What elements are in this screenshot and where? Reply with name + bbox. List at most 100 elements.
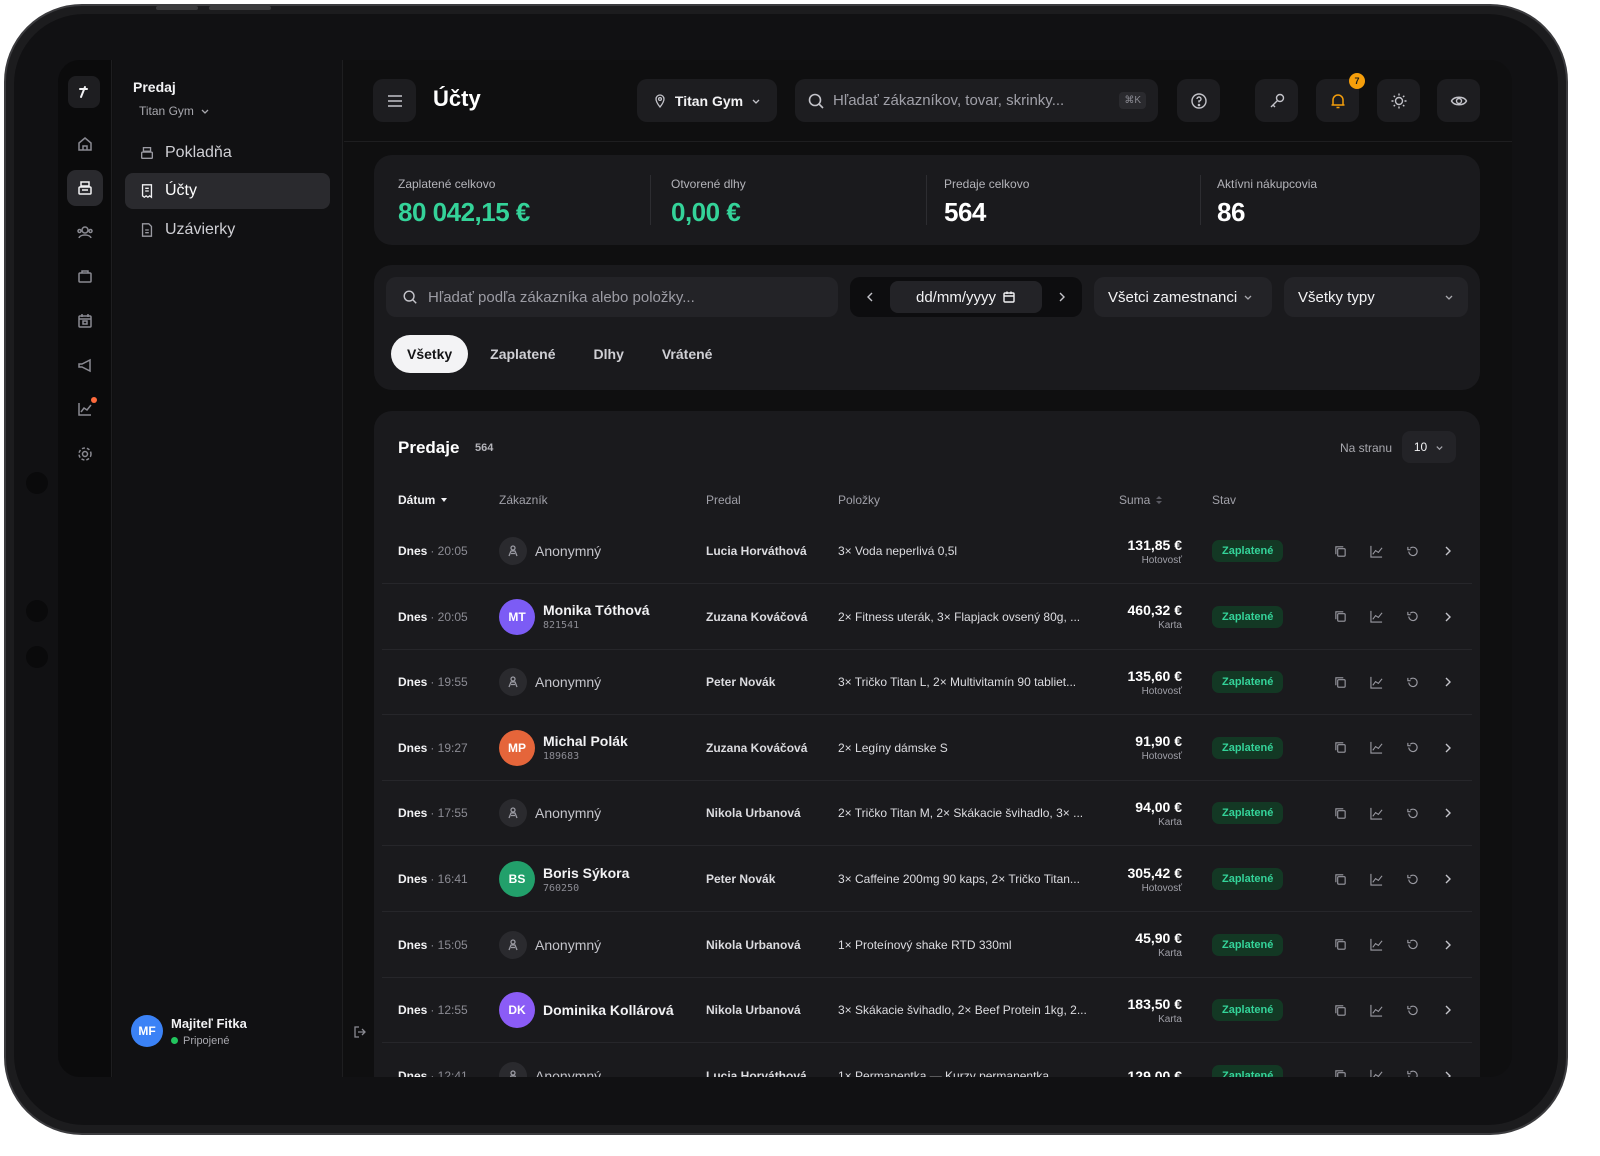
chevron-left-icon[interactable]: [864, 291, 876, 303]
table-row[interactable]: Dnes · 16:41 BS Boris Sýkora 760250 Peter Nov…: [382, 847, 1472, 912]
privacy-toggle-button[interactable]: [1437, 79, 1480, 122]
nav-item-ucty[interactable]: Účty: [125, 173, 330, 209]
row-sum: 45,90 € Karta: [1072, 913, 1182, 977]
gym-select[interactable]: Titan Gym: [637, 79, 777, 122]
tab-zaplatene[interactable]: Zaplatené: [474, 335, 571, 373]
chevron-right-icon[interactable]: [1440, 1068, 1456, 1077]
refund-icon[interactable]: [1404, 740, 1420, 756]
notifications-button[interactable]: 7: [1316, 73, 1365, 122]
chevron-right-icon[interactable]: [1440, 543, 1456, 559]
row-customer[interactable]: Anonymný: [499, 1044, 601, 1077]
key-button[interactable]: [1255, 79, 1298, 122]
copy-icon[interactable]: [1332, 609, 1348, 625]
global-search-input[interactable]: Hľadať zákazníkov, tovar, skrinky... ⌘K: [795, 79, 1158, 122]
date-input[interactable]: dd/mm/yyyy: [890, 281, 1042, 313]
refund-icon[interactable]: [1404, 871, 1420, 887]
copy-icon[interactable]: [1332, 937, 1348, 953]
table-row[interactable]: Dnes · 20:05 Anonymný Lucia Horváthová 3× Vo…: [382, 519, 1472, 584]
shop-icon[interactable]: [67, 258, 103, 294]
copy-icon[interactable]: [1332, 543, 1348, 559]
refund-icon[interactable]: [1404, 805, 1420, 821]
row-time: · 20:05: [430, 609, 468, 624]
home-icon[interactable]: [67, 126, 103, 162]
register-icon[interactable]: [67, 170, 103, 206]
megaphone-icon[interactable]: [67, 347, 103, 383]
row-customer[interactable]: Anonymný: [499, 519, 601, 583]
row-customer[interactable]: Anonymný: [499, 781, 601, 845]
type-select[interactable]: Všetky typy: [1284, 277, 1468, 317]
row-customer[interactable]: Anonymný: [499, 913, 601, 977]
avatar: MP: [499, 729, 535, 766]
anonymous-user-icon: [499, 537, 527, 565]
copy-icon[interactable]: [1332, 1068, 1348, 1077]
calendar-icon[interactable]: [67, 303, 103, 339]
row-time: · 16:41: [430, 872, 468, 886]
anonymous-user-icon: [499, 799, 527, 828]
row-customer[interactable]: Anonymný: [499, 650, 601, 714]
chart-icon[interactable]: [1368, 1002, 1384, 1018]
tab-vsetky[interactable]: Všetky: [391, 335, 469, 373]
chart-icon[interactable]: [1368, 1068, 1384, 1077]
copy-icon[interactable]: [1332, 1002, 1348, 1018]
menu-button[interactable]: [373, 79, 416, 122]
copy-icon[interactable]: [1332, 674, 1348, 690]
column-header-date[interactable]: Dátum: [398, 493, 448, 507]
users-icon[interactable]: [67, 214, 103, 250]
tab-dlhy[interactable]: Dlhy: [578, 335, 640, 373]
chevron-down-icon: [1244, 295, 1252, 300]
refund-icon[interactable]: [1404, 1068, 1420, 1077]
analytics-icon[interactable]: [67, 391, 103, 427]
row-customer[interactable]: MP Michal Polák 189683: [499, 716, 628, 780]
copy-icon[interactable]: [1332, 871, 1348, 887]
search-icon: [808, 93, 824, 109]
chart-icon[interactable]: [1368, 937, 1384, 953]
app-logo-icon[interactable]: [68, 76, 100, 108]
sort-desc-icon: [441, 498, 448, 502]
user-profile[interactable]: MF Majiteľ Fitka Pripojené: [131, 1015, 247, 1047]
row-customer[interactable]: BS Boris Sýkora 760250: [499, 847, 629, 911]
chart-icon[interactable]: [1368, 740, 1384, 756]
chevron-right-icon[interactable]: [1056, 291, 1068, 303]
per-page-select[interactable]: 10: [1402, 431, 1456, 463]
chevron-right-icon[interactable]: [1440, 674, 1456, 690]
table-row[interactable]: Dnes · 19:27 MP Michal Polák 189683 Zuzana Ko…: [382, 716, 1472, 781]
nav-item-uzavierky[interactable]: Uzávierky: [125, 212, 330, 248]
chevron-right-icon[interactable]: [1440, 740, 1456, 756]
table-row[interactable]: Dnes · 20:05 MT Monika Tóthová 821541 Zuzana …: [382, 585, 1472, 650]
chart-icon[interactable]: [1368, 805, 1384, 821]
table-row[interactable]: Dnes · 12:41 Anonymný Lucia Horváthová 1× Pe…: [382, 1044, 1472, 1077]
chart-icon[interactable]: [1368, 674, 1384, 690]
chart-icon[interactable]: [1368, 871, 1384, 887]
refund-icon[interactable]: [1404, 543, 1420, 559]
sales-search-input[interactable]: Hľadať podľa zákazníka alebo položky...: [386, 277, 838, 317]
refund-icon[interactable]: [1404, 1002, 1420, 1018]
copy-icon[interactable]: [1332, 740, 1348, 756]
table-row[interactable]: Dnes · 12:55 DK Dominika Kollárová Nikola Ur…: [382, 978, 1472, 1044]
employee-select[interactable]: Všetci zamestnanci: [1094, 277, 1272, 317]
refund-icon[interactable]: [1404, 674, 1420, 690]
nav-item-pokladna[interactable]: Pokladňa: [125, 135, 330, 171]
table-row[interactable]: Dnes · 15:05 Anonymný Nikola Urbanová 1× Pro…: [382, 913, 1472, 978]
refund-icon[interactable]: [1404, 609, 1420, 625]
row-sum: 305,42 € Hotovosť: [1072, 847, 1183, 911]
refund-icon[interactable]: [1404, 937, 1420, 953]
chevron-right-icon[interactable]: [1440, 805, 1456, 821]
chevron-right-icon[interactable]: [1440, 609, 1456, 625]
theme-toggle-button[interactable]: [1377, 79, 1420, 122]
tab-vratene[interactable]: Vrátené: [646, 335, 729, 373]
chevron-right-icon[interactable]: [1440, 1002, 1456, 1018]
gym-switcher[interactable]: Titan Gym: [139, 104, 210, 118]
sum-value: 129,00 €: [1127, 1067, 1183, 1077]
help-button[interactable]: [1177, 79, 1220, 122]
table-row[interactable]: Dnes · 17:55 Anonymný Nikola Urbanová 2× Tri…: [382, 781, 1472, 847]
chevron-right-icon[interactable]: [1440, 937, 1456, 953]
row-customer[interactable]: DK Dominika Kollárová: [499, 978, 674, 1042]
table-row[interactable]: Dnes · 19:55 Anonymný Peter Novák 3× Tričko …: [382, 650, 1472, 716]
chevron-right-icon[interactable]: [1440, 871, 1456, 887]
settings-icon[interactable]: [67, 436, 103, 472]
chart-icon[interactable]: [1368, 609, 1384, 625]
row-customer[interactable]: MT Monika Tóthová 821541: [499, 585, 650, 649]
chart-icon[interactable]: [1368, 543, 1384, 559]
column-header-sum[interactable]: Suma: [1119, 493, 1163, 507]
copy-icon[interactable]: [1332, 805, 1348, 821]
